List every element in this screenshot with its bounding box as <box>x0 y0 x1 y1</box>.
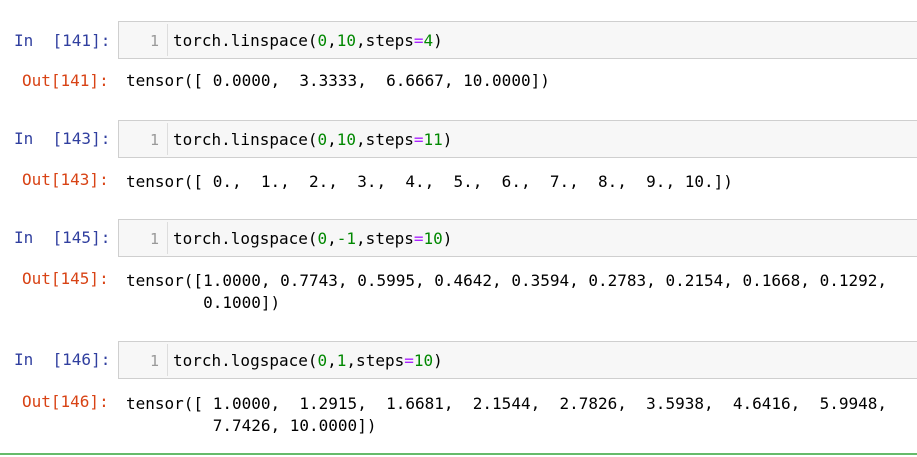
code-number: 10 <box>336 31 357 50</box>
code-function: torch.logspace( <box>173 229 318 248</box>
output-prompt: Out[146]: <box>22 392 109 411</box>
input-prompt: In [145]: <box>14 228 111 247</box>
output-text: tensor([ 0., 1., 2., 3., 4., 5., 6., 7.,… <box>126 172 733 191</box>
code-input-area[interactable]: 1 torch.logspace(0,1,steps=10) <box>118 341 917 379</box>
line-number: 1 <box>149 32 159 50</box>
output-prompt: Out[143]: <box>22 170 109 189</box>
input-prompt: In [143]: <box>14 129 111 148</box>
code-punct: ,steps <box>356 31 414 50</box>
code-number: 0 <box>317 31 328 50</box>
output-text: tensor([1.0000, 0.7743, 0.5995, 0.4642, … <box>126 271 887 312</box>
code-punct: , <box>327 229 337 248</box>
code-number: 0 <box>317 229 328 248</box>
code-line[interactable]: torch.logspace(0,-1,steps=10) <box>173 220 452 258</box>
code-line[interactable]: torch.linspace(0,10,steps=4) <box>173 22 443 60</box>
code-function: torch.linspace( <box>173 130 318 149</box>
code-number: 4 <box>423 31 434 50</box>
output-text: tensor([ 0.0000, 3.3333, 6.6667, 10.0000… <box>126 71 550 90</box>
output-prompt: Out[141]: <box>22 71 109 90</box>
code-input-area[interactable]: 1 torch.linspace(0,10,steps=11) <box>118 120 917 158</box>
code-punct: , <box>327 31 337 50</box>
code-number: 10 <box>413 351 434 370</box>
code-punct: ,steps <box>346 351 405 370</box>
input-prompt: In [146]: <box>14 350 111 369</box>
line-number: 1 <box>149 352 159 370</box>
selected-cell-border <box>0 453 917 455</box>
code-number: -1 <box>336 229 357 248</box>
code-function: torch.logspace( <box>173 351 318 370</box>
line-number: 1 <box>149 230 159 248</box>
code-number: 10 <box>336 130 357 149</box>
code-line[interactable]: torch.linspace(0,10,steps=11) <box>173 121 452 159</box>
gutter-separator <box>167 222 168 254</box>
code-line[interactable]: torch.logspace(0,1,steps=10) <box>173 342 443 380</box>
code-punct: ) <box>442 130 453 149</box>
code-number: 10 <box>423 229 443 248</box>
output-prompt: Out[145]: <box>22 269 109 288</box>
code-punct: ) <box>442 229 453 248</box>
input-prompt: In [141]: <box>14 31 111 50</box>
code-input-area[interactable]: 1 torch.linspace(0,10,steps=4) <box>118 21 917 59</box>
code-function: torch.linspace( <box>173 31 318 50</box>
code-punct: , <box>327 351 337 370</box>
code-number: 1 <box>336 351 347 370</box>
code-number: 0 <box>317 351 328 370</box>
line-number: 1 <box>149 131 159 149</box>
code-punct: , <box>327 130 337 149</box>
code-punct: ,steps <box>356 229 414 248</box>
code-operator: = <box>404 351 414 370</box>
gutter-separator <box>167 24 168 56</box>
gutter-separator <box>167 344 168 376</box>
code-number: 11 <box>423 130 443 149</box>
code-punct: ) <box>433 31 443 50</box>
code-punct: ,steps <box>356 130 414 149</box>
gutter-separator <box>167 123 168 155</box>
code-input-area[interactable]: 1 torch.logspace(0,-1,steps=10) <box>118 219 917 257</box>
code-number: 0 <box>317 130 328 149</box>
output-text: tensor([ 1.0000, 1.2915, 1.6681, 2.1544,… <box>126 394 887 435</box>
code-punct: ) <box>433 351 443 370</box>
